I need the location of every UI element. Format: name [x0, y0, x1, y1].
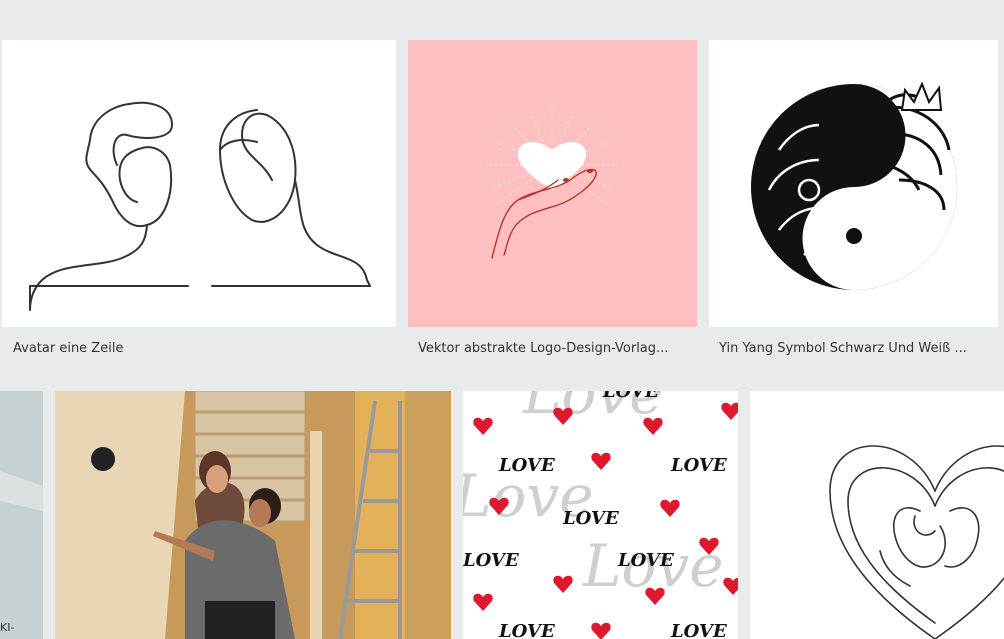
- result-card-heart-hand[interactable]: [408, 40, 697, 327]
- card-caption[interactable]: Vektor abstrakte Logo-Design-Vorlag...: [418, 341, 698, 356]
- yin-yang-lion-image: [751, 81, 957, 290]
- svg-text:LOVE: LOVE: [498, 455, 555, 476]
- svg-text:LOVE: LOVE: [670, 455, 727, 476]
- svg-text:LOVE: LOVE: [498, 621, 555, 639]
- heart-hand-logo-image: [486, 105, 618, 259]
- result-card-avatar[interactable]: [2, 40, 396, 327]
- svg-text:LOVE: LOVE: [617, 550, 674, 571]
- result-card-stairs-photo[interactable]: [55, 391, 451, 639]
- partial-image: [0, 391, 43, 639]
- love-pattern-image: Love Love Love LOVE LOVE LOVE LOVE LOVE …: [463, 391, 738, 639]
- card-caption[interactable]: Yin Yang Symbol Schwarz Und Weiß ...: [719, 341, 999, 356]
- heart-faces-line-art-image: [829, 445, 1004, 639]
- result-card-love-pattern[interactable]: Love Love Love LOVE LOVE LOVE LOVE LOVE …: [463, 391, 738, 639]
- crown-icon: [900, 81, 943, 111]
- stairs-photo-image: [55, 391, 451, 639]
- svg-text:LOVE: LOVE: [670, 621, 727, 639]
- result-card-heart-faces[interactable]: [750, 391, 1004, 639]
- partial-caption: KI-: [0, 621, 15, 634]
- result-card-partial-left[interactable]: KI-: [0, 391, 43, 639]
- svg-text:LOVE: LOVE: [602, 391, 659, 402]
- avatar-line-art-image: [29, 101, 371, 311]
- result-card-yin-yang[interactable]: [709, 40, 998, 327]
- svg-text:LOVE: LOVE: [562, 508, 619, 529]
- card-caption[interactable]: Avatar eine Zeile: [13, 341, 393, 356]
- svg-text:LOVE: LOVE: [463, 550, 519, 571]
